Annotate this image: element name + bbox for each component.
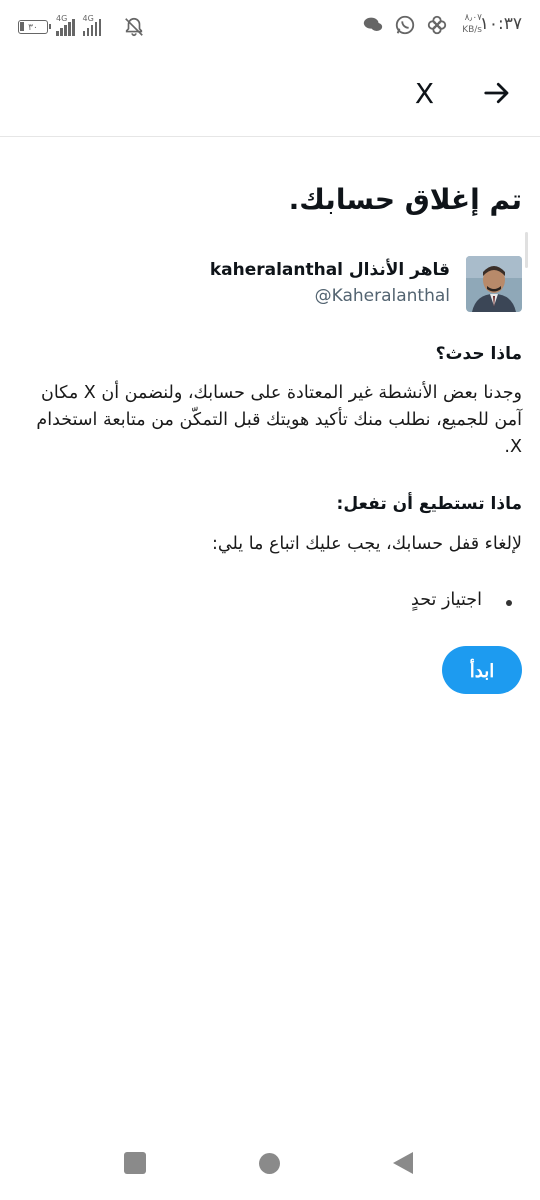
signal-label-2: 4G bbox=[82, 14, 94, 23]
top-bar: X bbox=[0, 52, 540, 137]
x-logo: X bbox=[414, 77, 434, 110]
main-content: تم إغلاق حسابك. قاهر الأنذال kaheralanth… bbox=[18, 180, 522, 694]
page-title: تم إغلاق حسابك. bbox=[288, 183, 522, 216]
what-to-do-heading: ماذا تستطيع أن تفعل: bbox=[336, 494, 522, 514]
battery-level: ٣٠ bbox=[28, 23, 38, 33]
status-left-icons: ٣٠ 4G 4G bbox=[18, 14, 145, 38]
account-card: قاهر الأنذال kaheralanthal @Kaheralantha… bbox=[18, 256, 522, 318]
back-icon[interactable] bbox=[393, 1152, 413, 1174]
signal-icon: 4G bbox=[82, 14, 101, 36]
what-happened-heading: ماذا حدث؟ bbox=[435, 344, 522, 364]
home-icon[interactable] bbox=[259, 1153, 280, 1174]
battery-icon: ٣٠ bbox=[18, 20, 51, 34]
start-button[interactable]: ابدأ bbox=[442, 646, 522, 694]
avatar-image bbox=[466, 256, 522, 312]
account-handle: @Kaheralanthal bbox=[314, 286, 450, 306]
system-nav-bar bbox=[0, 1128, 540, 1200]
recent-apps-icon[interactable] bbox=[124, 1152, 146, 1174]
chat-bubbles-icon bbox=[363, 17, 383, 31]
step-list-item: اجتياز تحدٍ bbox=[411, 590, 512, 610]
account-name: قاهر الأنذال kaheralanthal bbox=[209, 260, 450, 280]
avatar bbox=[466, 256, 522, 312]
what-happened-text: وجدنا بعض الأنشطة غير المعتادة على حسابك… bbox=[36, 383, 522, 457]
signal-label-1: 4G bbox=[56, 14, 68, 23]
status-right-icons bbox=[362, 14, 448, 36]
signal-icon: 4G bbox=[56, 14, 75, 36]
whatsapp-icon bbox=[395, 15, 415, 35]
notifications-off-icon bbox=[125, 17, 143, 37]
status-bar: ٣٠ 4G 4G ٨٫٠٧ KB/s ١٠:٣٧ bbox=[0, 0, 540, 52]
clock: ١٠:٣٧ bbox=[479, 14, 522, 34]
what-to-do-text: لإلغاء قفل حسابك، يجب عليك اتباع ما يلي: bbox=[211, 534, 522, 554]
scroll-indicator bbox=[525, 232, 528, 268]
pinwheel-icon bbox=[427, 15, 447, 35]
arrow-right-icon[interactable] bbox=[482, 78, 512, 108]
